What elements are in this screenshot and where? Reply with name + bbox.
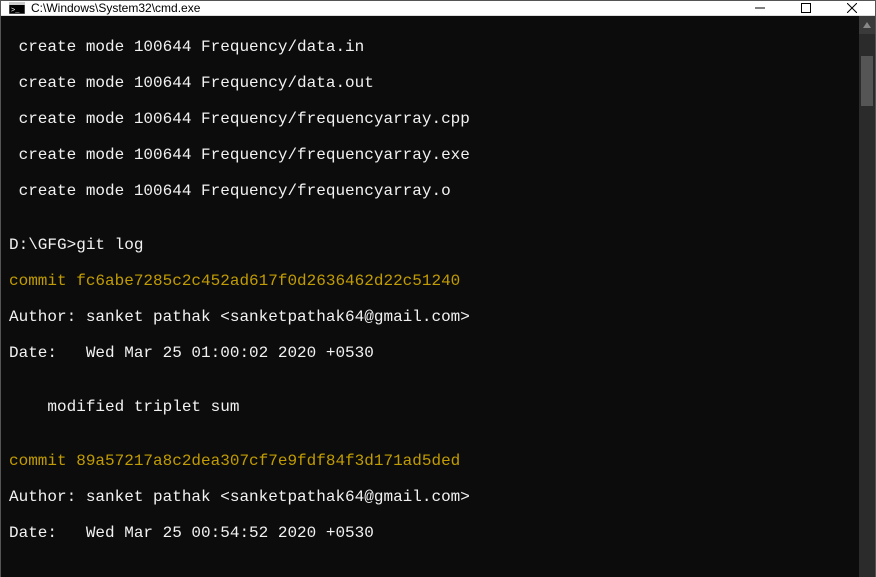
output-line: create mode 100644 Frequency/data.in	[9, 38, 855, 56]
terminal-area: create mode 100644 Frequency/data.in cre…	[1, 16, 875, 577]
commit-hash-line: commit 89a57217a8c2dea307cf7e9fdf84f3d17…	[9, 452, 855, 470]
maximize-button[interactable]	[783, 1, 829, 15]
scroll-thumb[interactable]	[861, 56, 873, 106]
cmd-window: >_ C:\Windows\System32\cmd.exe create mo…	[0, 0, 876, 577]
scroll-up-button[interactable]	[859, 16, 875, 34]
commit-date-line: Date: Wed Mar 25 00:54:52 2020 +0530	[9, 524, 855, 542]
cmd-icon: >_	[9, 1, 25, 15]
terminal-output[interactable]: create mode 100644 Frequency/data.in cre…	[1, 16, 859, 577]
close-button[interactable]	[829, 1, 875, 15]
minimize-button[interactable]	[737, 1, 783, 15]
output-line: create mode 100644 Frequency/frequencyar…	[9, 110, 855, 128]
commit-hash-line: commit fc6abe7285c2c452ad617f0d2636462d2…	[9, 272, 855, 290]
svg-text:>_: >_	[11, 7, 20, 14]
window-title: C:\Windows\System32\cmd.exe	[31, 1, 737, 15]
output-line: create mode 100644 Frequency/data.out	[9, 74, 855, 92]
prompt-line: D:\GFG>git log	[9, 236, 855, 254]
titlebar[interactable]: >_ C:\Windows\System32\cmd.exe	[1, 1, 875, 16]
commit-message-line: modified triplet sum	[9, 398, 855, 416]
vertical-scrollbar[interactable]	[859, 16, 875, 577]
commit-author-line: Author: sanket pathak <sanketpathak64@gm…	[9, 488, 855, 506]
window-controls	[737, 1, 875, 15]
commit-date-line: Date: Wed Mar 25 01:00:02 2020 +0530	[9, 344, 855, 362]
output-line: create mode 100644 Frequency/frequencyar…	[9, 182, 855, 200]
output-line: create mode 100644 Frequency/frequencyar…	[9, 146, 855, 164]
commit-author-line: Author: sanket pathak <sanketpathak64@gm…	[9, 308, 855, 326]
